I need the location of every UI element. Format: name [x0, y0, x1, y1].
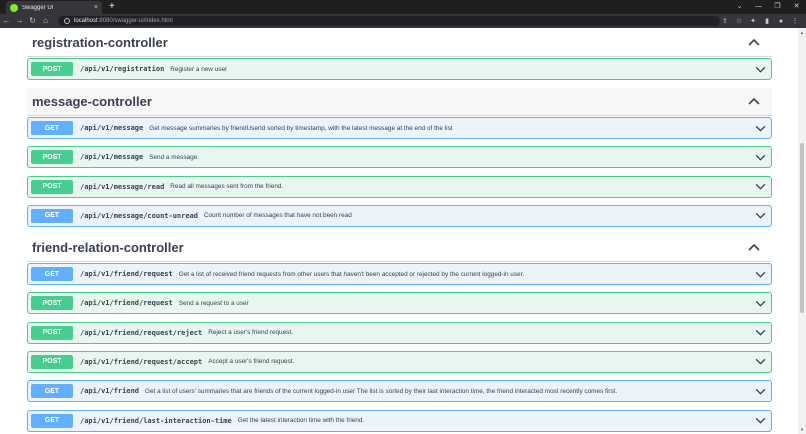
operation-summary: Send a request to a user	[178, 299, 249, 307]
operation-path: /api/v1/friend/request	[80, 299, 173, 308]
url-path: :8080/swagger-ui/index.html	[97, 18, 173, 24]
controller-header-message-controller[interactable]: message-controller	[27, 88, 772, 116]
expand-chevron-down-icon[interactable]	[755, 66, 766, 73]
minimize-icon[interactable]: —	[749, 0, 768, 14]
operation-row[interactable]: GET/api/v1/friend Get a list of users' su…	[27, 380, 772, 403]
window-controls: ⌄ — ❐ ✕	[730, 0, 806, 14]
expand-chevron-down-icon[interactable]	[755, 125, 766, 132]
operation-row[interactable]: POST/api/v1/registration Register a new u…	[27, 58, 772, 80]
controller-title: message-controller	[32, 94, 152, 109]
http-method-badge: POST	[31, 325, 73, 340]
close-window-icon[interactable]: ✕	[787, 0, 806, 14]
operation-row[interactable]: POST/api/v1/friend/request Send a request…	[27, 292, 772, 315]
operation-path: /api/v1/friend/last-interaction-time	[80, 416, 232, 425]
http-method-badge: GET	[31, 121, 73, 135]
site-info-icon[interactable]	[64, 18, 70, 24]
operation-path: /api/v1/friend/request	[80, 270, 173, 278]
profile-icon[interactable]: ●	[774, 18, 788, 25]
operation-row[interactable]: GET/api/v1/friend/request Get a list of r…	[27, 263, 772, 285]
controller-title: registration-controller	[32, 35, 168, 50]
http-method-badge: GET	[31, 267, 73, 281]
sidebar-icon[interactable]: ▮	[760, 17, 774, 25]
operation-row[interactable]: POST/api/v1/message/read Read all message…	[27, 175, 772, 198]
new-tab-button[interactable]: +	[109, 1, 115, 13]
bookmark-star-icon[interactable]: ☆	[732, 17, 746, 25]
tab-title: Swagger UI	[22, 4, 54, 11]
browser-tabstrip: Swagger UI × + ⌄ — ❐ ✕	[0, 0, 806, 14]
operation-summary: Reject a user's friend request.	[208, 329, 293, 337]
expand-chevron-down-icon[interactable]	[755, 417, 766, 424]
operation-path: /api/v1/friend/request/reject	[80, 328, 203, 337]
scroll-down-icon[interactable]: ▼	[798, 427, 806, 432]
swagger-favicon-icon	[10, 3, 18, 12]
swagger-page: registration-controller POST/api/v1/regis…	[0, 28, 806, 434]
browser-tab[interactable]: Swagger UI ×	[6, 1, 102, 14]
operation-row[interactable]: GET/api/v1/message Get message summaries …	[27, 117, 772, 139]
forward-arrow-icon[interactable]: →	[13, 14, 26, 28]
tab-close-icon[interactable]: ×	[94, 4, 98, 11]
operation-path: /api/v1/registration	[80, 65, 165, 73]
address-bar[interactable]: localhost:8080/swagger-ui/index.html	[58, 16, 720, 26]
url-host: localhost	[74, 18, 98, 24]
operation-path: /api/v1/message	[80, 153, 144, 162]
collapse-chevron-up-icon[interactable]	[748, 243, 760, 251]
collapse-chevron-up-icon[interactable]	[748, 97, 760, 105]
reload-icon[interactable]: ↻	[26, 14, 39, 28]
expand-chevron-down-icon[interactable]	[755, 183, 766, 190]
operation-summary: Send a message.	[149, 153, 199, 161]
http-method-badge: POST	[31, 354, 73, 369]
vertical-scrollbar[interactable]: ▲ ▼	[798, 28, 806, 434]
operation-summary: Count number of messages that have not b…	[204, 212, 352, 220]
operation-summary: Get a list of users' summaries that are …	[145, 387, 618, 395]
operation-row[interactable]: GET/api/v1/message/count-unread Count num…	[27, 204, 772, 227]
scroll-thumb[interactable]	[800, 143, 804, 313]
http-method-badge: GET	[31, 384, 73, 399]
controller-header-friend-relation-controller[interactable]: friend-relation-controller	[27, 234, 772, 262]
operation-row[interactable]: POST/api/v1/friend/request/reject Reject …	[27, 321, 772, 344]
expand-chevron-down-icon[interactable]	[755, 358, 766, 366]
operation-summary: Register a new user	[170, 65, 228, 73]
http-method-badge: POST	[31, 179, 73, 194]
operation-path: /api/v1/message/count-unread	[80, 211, 199, 220]
menu-icon[interactable]: ⋮	[788, 17, 802, 25]
expand-chevron-down-icon[interactable]	[755, 329, 766, 336]
operation-row[interactable]: GET/api/v1/friend/last-interaction-time G…	[27, 409, 772, 432]
toolbar-actions: ⇪ ☆ ✦ ▮ ● ⋮	[718, 14, 802, 28]
operation-path: /api/v1/friend	[80, 387, 140, 396]
controller-header-registration-controller[interactable]: registration-controller	[27, 29, 772, 57]
browser-toolbar: ← → ↻ ⌂ localhost:8080/swagger-ui/index.…	[0, 14, 806, 28]
scroll-up-icon[interactable]: ▲	[798, 30, 806, 35]
restore-icon[interactable]: ❐	[768, 0, 787, 14]
expand-chevron-down-icon[interactable]	[755, 388, 766, 395]
http-method-badge: POST	[31, 62, 73, 76]
operation-path: /api/v1/message/read	[80, 182, 165, 191]
collapse-chevron-up-icon[interactable]	[748, 38, 760, 46]
operation-path: /api/v1/friend/request/accept	[80, 357, 203, 366]
expand-chevron-down-icon[interactable]	[755, 212, 766, 220]
operation-row[interactable]: POST/api/v1/message Send a message.	[27, 146, 772, 169]
operation-summary: Read all messages sent from the friend.	[170, 183, 284, 191]
operation-summary: Get message summaries by friendUserId so…	[149, 124, 453, 132]
tab-search-icon[interactable]: ⌄	[730, 0, 749, 14]
operation-summary: Accept a user's friend request.	[208, 358, 295, 366]
http-method-badge: POST	[31, 150, 73, 165]
share-icon[interactable]: ⇪	[718, 17, 732, 25]
home-icon[interactable]: ⌂	[39, 14, 52, 28]
extensions-icon[interactable]: ✦	[746, 17, 760, 25]
operation-row[interactable]: POST/api/v1/friend/request/accept Accept …	[27, 350, 772, 373]
back-arrow-icon[interactable]: ←	[0, 14, 13, 28]
operation-path: /api/v1/message	[80, 124, 144, 132]
expand-chevron-down-icon[interactable]	[755, 300, 766, 307]
expand-chevron-down-icon[interactable]	[755, 154, 766, 161]
http-method-badge: GET	[31, 208, 73, 223]
expand-chevron-down-icon[interactable]	[755, 271, 766, 278]
operation-summary: Get a list of received friend requests f…	[178, 270, 525, 278]
http-method-badge: POST	[31, 296, 73, 311]
operation-summary: Get the latest interaction time with the…	[237, 417, 365, 424]
http-method-badge: GET	[31, 413, 73, 428]
controller-title: friend-relation-controller	[32, 240, 184, 255]
